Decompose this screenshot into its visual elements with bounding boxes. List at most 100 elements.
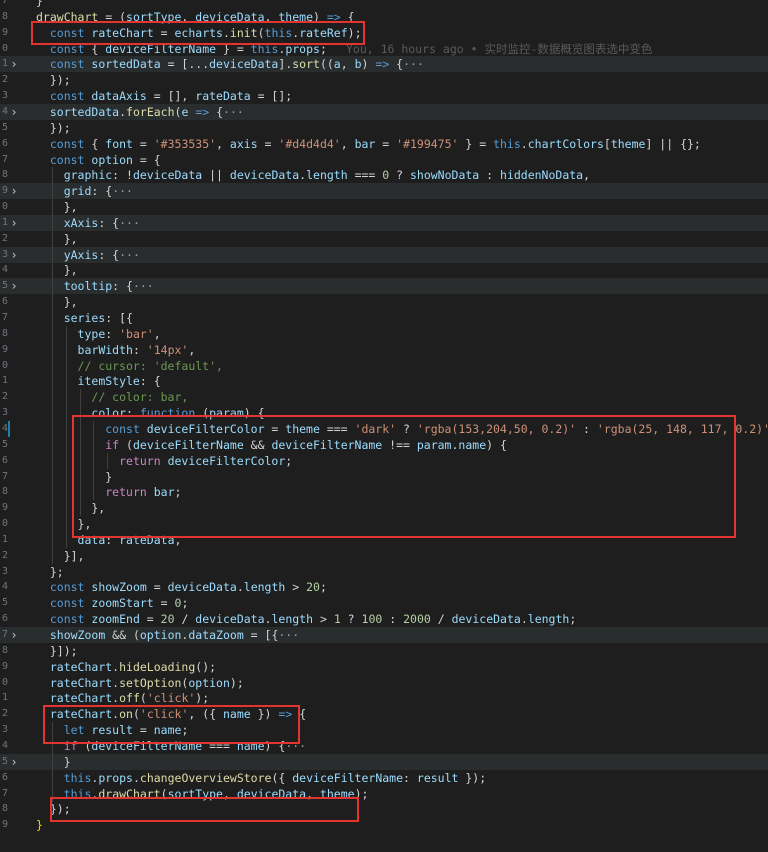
chevron-right-icon[interactable]: › <box>9 183 19 199</box>
chevron-right-icon[interactable]: › <box>9 247 19 263</box>
code-token: const <box>105 421 147 436</box>
code-line[interactable]: 8 drawChart = (sortType, deviceData, them… <box>0 9 768 25</box>
code-text: }, <box>36 500 105 516</box>
code-line[interactable]: 9 barWidth: '14px', <box>0 341 768 358</box>
code-token: barWidth <box>77 342 133 357</box>
code-line[interactable]: 7 series: [{ <box>0 310 768 326</box>
code-line[interactable]: 4 const deviceFilterColor = theme === 'd… <box>0 420 768 437</box>
code-line[interactable]: 4 }, <box>0 262 768 279</box>
code-line[interactable]: 2 }, <box>0 230 768 247</box>
code-token: this <box>250 41 279 56</box>
code-line[interactable]: 6 const { font = '#353535', axis = '#d4d… <box>0 136 768 152</box>
code-token: && <box>243 437 272 452</box>
chevron-right-icon[interactable]: › <box>9 56 19 72</box>
line-number: 2 <box>1 74 8 86</box>
code-line[interactable]: 8 graphic: !deviceData || deviceData.len… <box>0 167 768 184</box>
code-line[interactable]: 1 › xAxis: {··· <box>0 214 768 231</box>
code-line[interactable]: 8 }]); <box>0 643 768 659</box>
code-token: sortedData <box>91 57 161 72</box>
code-line[interactable]: 0 }, <box>0 199 768 216</box>
code-token: => <box>278 707 293 722</box>
code-line[interactable]: 0 rateChart.setOption(option); <box>0 675 768 691</box>
code-line[interactable]: 6 this.props.changeOverviewStore({ devic… <box>0 769 768 786</box>
code-token: b <box>354 57 362 72</box>
code-token: rateChart <box>49 659 113 674</box>
code-token: deviceData <box>451 612 521 627</box>
code-line[interactable]: 3 color: function (param) { <box>0 405 768 422</box>
code-line[interactable]: 1 data: rateData, <box>0 531 768 548</box>
indent-guide <box>51 389 53 406</box>
code-line[interactable]: 7 } <box>0 468 768 485</box>
chevron-right-icon[interactable]: › <box>9 104 19 120</box>
chevron-right-icon[interactable]: › <box>9 627 19 643</box>
code-line[interactable]: 2 rateChart.on('click', ({ name }) => { <box>0 706 768 722</box>
code-token: = { <box>132 152 161 167</box>
code-line[interactable]: 0 const { deviceFilterName } = this.prop… <box>0 41 768 57</box>
line-number: 0 <box>1 676 8 688</box>
code-token: ({ <box>271 770 293 785</box>
code-line[interactable]: 8 }); <box>0 801 768 817</box>
code-token: rateRef <box>299 25 348 40</box>
code-line[interactable]: 5 › tooltip: {··· <box>0 278 768 295</box>
code-token: = <box>139 612 161 627</box>
code-line[interactable]: 8 return bar; <box>0 484 768 501</box>
code-line[interactable]: 0 }, <box>0 516 768 533</box>
code-line[interactable]: 4 if (deviceFilterName === name) {··· <box>0 737 768 754</box>
code-line[interactable]: 1 rateChart.off('click'); <box>0 690 768 706</box>
chevron-right-icon[interactable]: › <box>9 278 19 294</box>
code-line[interactable]: 0 // cursor: 'default', <box>0 357 768 374</box>
code-line[interactable]: 3 const dataAxis = [], rateData = []; <box>0 88 768 104</box>
code-line[interactable]: 5 › } <box>0 753 768 770</box>
code-line[interactable]: 6 return deviceFilterColor; <box>0 452 768 469</box>
code-token: => <box>375 57 390 72</box>
indent-guide <box>65 373 67 390</box>
code-token: = <box>132 723 154 738</box>
code-token: , <box>340 57 355 72</box>
code-line[interactable]: 5 const zoomStart = 0; <box>0 595 768 611</box>
code-line[interactable]: 2 }); <box>0 72 768 88</box>
code-line[interactable]: 2 }], <box>0 547 768 564</box>
code-token: rateChart <box>49 691 113 706</box>
code-line[interactable]: 8 type: 'bar', <box>0 325 768 342</box>
code-line[interactable]: 6 const zoomEnd = 20 / deviceData.length… <box>0 611 768 627</box>
code-token: sortType <box>126 9 182 24</box>
code-line[interactable]: 7} <box>0 0 768 9</box>
code-line[interactable]: 9 const rateChart = echarts.init(this.ra… <box>0 25 768 41</box>
code-text: const { deviceFilterName } = this.props; <box>36 41 327 57</box>
code-line[interactable]: 9 }, <box>0 500 768 517</box>
code-line[interactable]: 7 this.drawChart(sortType, deviceData, t… <box>0 785 768 802</box>
code-line[interactable]: 4 const showZoom = deviceData.length > 2… <box>0 579 768 595</box>
code-token: ··· <box>278 628 300 642</box>
code-line[interactable]: 9 rateChart.hideLoading(); <box>0 659 768 675</box>
code-line[interactable]: 6 }, <box>0 294 768 311</box>
code-line[interactable]: 9 › grid: {··· <box>0 183 768 200</box>
code-line[interactable]: 1 › const sortedData = [...deviceData].so… <box>0 56 768 73</box>
code-line[interactable]: 2 // color: bar, <box>0 389 768 406</box>
code-token: 'click' <box>139 707 189 722</box>
code-line[interactable]: 3 › yAxis: {··· <box>0 246 768 263</box>
indent-guide <box>51 500 53 517</box>
code-token: ( <box>132 707 140 722</box>
modified-line-marker <box>8 420 10 437</box>
code-line[interactable]: 7 › showZoom && (option.dataZoom = [{··· <box>0 627 768 643</box>
code-line[interactable]: 7 const option = { <box>0 152 768 168</box>
chevron-right-icon[interactable]: › <box>9 754 19 770</box>
code-token: : <box>382 612 404 627</box>
code-line[interactable]: 3 let result = name; <box>0 722 768 739</box>
chevron-right-icon[interactable]: › <box>9 215 19 231</box>
code-token: this <box>493 136 521 151</box>
indent-guide <box>51 373 53 390</box>
indent-guide <box>51 214 53 231</box>
code-line[interactable]: 3 }; <box>0 564 768 580</box>
code-line[interactable]: 4 › sortedData.forEach(e => {··· <box>0 103 768 120</box>
code-line[interactable]: 5 if (deviceFilterName && deviceFilterNa… <box>0 436 768 453</box>
line-number: 3 <box>1 724 8 736</box>
code-line[interactable]: 1 itemStyle: { <box>0 373 768 390</box>
code-token: zoomEnd <box>91 612 140 627</box>
code-line[interactable]: 5 }); <box>0 120 768 136</box>
code-token: '#353535' <box>153 136 217 151</box>
code-token: ; <box>181 596 189 611</box>
code-line[interactable]: 9} <box>0 817 768 833</box>
